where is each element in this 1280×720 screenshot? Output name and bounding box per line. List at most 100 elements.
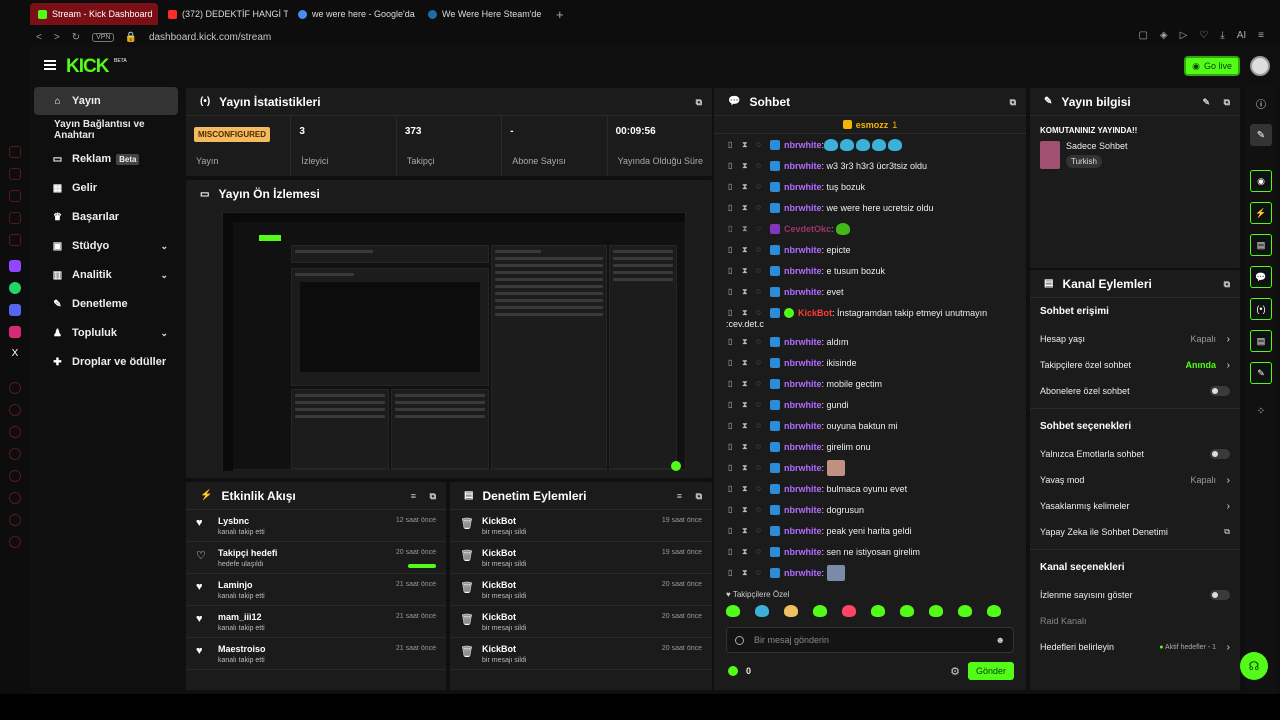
setting-slow-mode[interactable]: Yavaş mod Kapalı ›	[1030, 467, 1240, 493]
ban-icon[interactable]: ◌	[756, 224, 762, 233]
setting-account-age[interactable]: Hesap yaşı Kapalı ›	[1030, 326, 1240, 352]
trash-icon[interactable]: ▯	[728, 337, 734, 346]
emote-button-icon[interactable]	[842, 605, 856, 617]
chat-username[interactable]: nbrwhite	[784, 161, 822, 171]
trash-icon[interactable]: ▯	[728, 442, 734, 451]
timeout-icon[interactable]: ⧗	[742, 505, 748, 515]
chat-username[interactable]: nbrwhite	[784, 182, 822, 192]
setting-raid-channel[interactable]: Raid Kanalı	[1030, 608, 1240, 634]
timeout-icon[interactable]: ⧗	[742, 161, 748, 171]
timeout-icon[interactable]: ⧗	[742, 224, 748, 234]
timeout-icon[interactable]: ⧗	[742, 568, 748, 578]
browser-tab[interactable]: we were here - Google'da	[290, 3, 418, 25]
chat-username[interactable]: nbrwhite	[784, 358, 822, 368]
trash-icon[interactable]: ▯	[728, 400, 734, 409]
sidebar-item-revenue[interactable]: ▦ Gelir	[34, 174, 178, 202]
sidebar-app-icon[interactable]	[9, 448, 21, 460]
trash-icon[interactable]: ▯	[728, 547, 734, 556]
toggle-switch[interactable]	[1210, 590, 1230, 600]
trash-icon[interactable]: ▯	[728, 182, 734, 191]
ban-icon[interactable]: ◌	[756, 203, 762, 212]
setting-banned-words[interactable]: Yasaklanmış kelimeler ›	[1030, 493, 1240, 519]
ban-icon[interactable]: ◌	[756, 421, 762, 430]
chat-username[interactable]: nbrwhite	[784, 568, 822, 578]
trash-icon[interactable]: ▯	[728, 484, 734, 493]
chat-username[interactable]: nbrwhite	[784, 400, 822, 410]
ban-icon[interactable]: ◌	[756, 484, 762, 493]
sidebar-item-stream[interactable]: ⌂ Yayın	[34, 87, 178, 115]
stream-preview-video[interactable]	[222, 212, 686, 471]
heart-icon[interactable]: ♡	[1199, 30, 1208, 41]
timeout-icon[interactable]: ⧗	[742, 379, 748, 389]
sidebar-app-icon[interactable]	[9, 190, 21, 202]
trash-icon[interactable]: ▯	[728, 308, 734, 317]
chat-username[interactable]: CevdetOkc	[784, 224, 831, 234]
ban-icon[interactable]: ◌	[756, 442, 762, 451]
trash-icon[interactable]: ▯	[728, 358, 734, 367]
timeout-icon[interactable]: ⧗	[742, 400, 748, 410]
timeout-icon[interactable]: ⧗	[742, 484, 748, 494]
ban-icon[interactable]: ◌	[756, 161, 762, 170]
emote-button-icon[interactable]	[784, 605, 798, 617]
wrench-icon[interactable]: ✎	[1250, 362, 1272, 384]
ai-button[interactable]: AI	[1237, 30, 1246, 41]
emote-button-icon[interactable]	[987, 605, 1001, 617]
emoji-icon[interactable]: ☻	[996, 635, 1005, 645]
timeout-icon[interactable]: ⧗	[742, 358, 748, 368]
emote-button-icon[interactable]	[726, 605, 740, 617]
chat-username[interactable]: nbrwhite	[784, 547, 822, 557]
trash-icon[interactable]: ▯	[728, 287, 734, 296]
discord-icon[interactable]	[9, 304, 21, 316]
hamburger-menu-icon[interactable]	[44, 60, 56, 70]
sidebar-app-icon[interactable]	[9, 382, 21, 394]
chat-username[interactable]: nbrwhite	[784, 337, 822, 347]
emote-button-icon[interactable]	[929, 605, 943, 617]
emote-button-icon[interactable]	[958, 605, 972, 617]
chat-username[interactable]: nbrwhite	[784, 463, 822, 473]
sidebar-item-analytics[interactable]: ▥ Analitik ⌄	[34, 261, 178, 289]
chat-username[interactable]: nbrwhite	[784, 421, 822, 431]
avatar[interactable]	[1250, 56, 1270, 76]
forward-icon[interactable]: >	[54, 32, 60, 43]
popout-icon[interactable]: ⧉	[1224, 279, 1230, 290]
sidebar-item-achievements[interactable]: ♛ Başarılar	[34, 203, 178, 231]
download-icon[interactable]: ⤓	[1220, 30, 1224, 41]
popout-icon[interactable]: ⧉	[1224, 97, 1230, 108]
ban-icon[interactable]: ◌	[756, 568, 762, 577]
trash-icon[interactable]: ▯	[728, 463, 734, 472]
broadcast-icon[interactable]: (•)	[1250, 298, 1272, 320]
trash-icon[interactable]: ▯	[728, 526, 734, 535]
chat-input[interactable]: Bir mesaj gönderin ☻	[726, 627, 1014, 653]
info-icon[interactable]: ⓘ	[1250, 92, 1272, 114]
sidebar-app-icon[interactable]	[9, 404, 21, 416]
emote-button-icon[interactable]	[755, 605, 769, 617]
chat-username[interactable]: nbrwhite	[784, 379, 822, 389]
chat-icon[interactable]: 💬	[1250, 266, 1272, 288]
x-icon[interactable]: X	[9, 348, 21, 360]
vpn-badge[interactable]: VPN	[92, 32, 115, 42]
new-tab-button[interactable]: +	[556, 7, 564, 22]
reload-icon[interactable]: ↻	[72, 32, 80, 43]
server-icon[interactable]: ▤	[1250, 330, 1272, 352]
sidebar-app-icon[interactable]	[9, 470, 21, 482]
apps-icon[interactable]: ⁘	[1250, 400, 1272, 422]
edit-icon[interactable]: ✎	[1250, 124, 1272, 146]
send-button[interactable]: Gönder	[967, 662, 1014, 680]
setting-goals[interactable]: Hedefleri belirleyin ● Aktif hedefler - 1…	[1030, 634, 1240, 660]
timeout-icon[interactable]: ⧗	[742, 266, 748, 276]
trash-icon[interactable]: ▯	[728, 266, 734, 275]
ban-icon[interactable]: ◌	[756, 358, 762, 367]
ban-icon[interactable]: ◌	[756, 308, 762, 317]
pinned-gifter[interactable]: esmozz 1	[714, 116, 1026, 134]
back-icon[interactable]: <	[36, 32, 42, 43]
popout-icon[interactable]: ⧉	[430, 491, 436, 502]
timeout-icon[interactable]: ⧗	[742, 337, 748, 347]
timeout-icon[interactable]: ⧗	[742, 526, 748, 536]
shield-icon[interactable]: ◈	[1160, 30, 1168, 41]
trash-icon[interactable]: ▯	[728, 224, 734, 233]
lightning-icon[interactable]: ⚡	[1250, 202, 1272, 224]
ban-icon[interactable]: ◌	[756, 140, 762, 149]
browser-tab[interactable]: We Were Here Steam'de	[420, 3, 548, 25]
chat-username[interactable]: nbrwhite	[784, 140, 822, 150]
setting-followers-only[interactable]: Takipçilere özel sohbet Anında ›	[1030, 352, 1240, 378]
